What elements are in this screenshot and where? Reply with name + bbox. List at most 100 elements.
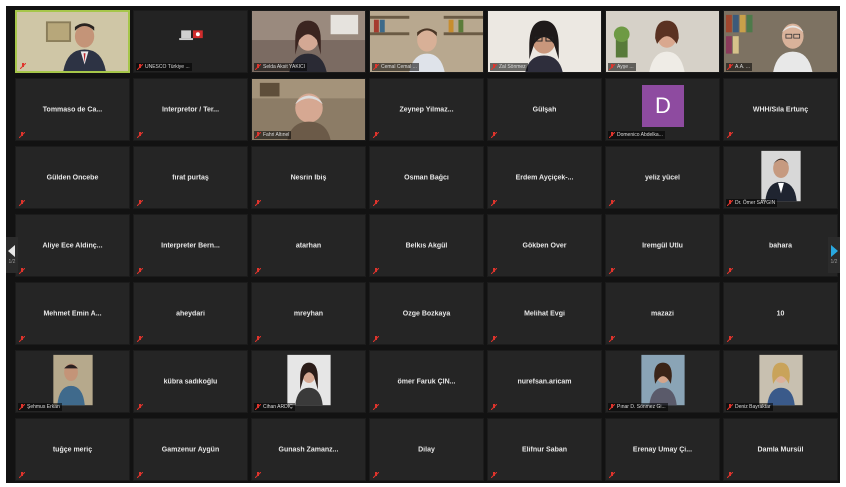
participant-tile[interactable]: D Domenico Abdelka...: [605, 78, 720, 141]
muted-mic-icon: [373, 336, 379, 342]
muted-mic-icon: [19, 132, 25, 138]
participant-label: Selda Aksit YAKICI: [254, 63, 308, 71]
muted-mic-icon: [20, 63, 26, 69]
participant-tile[interactable]: Deniz Bayraktar: [723, 350, 838, 413]
muted-mic-icon: [727, 336, 733, 342]
participant-tile[interactable]: Gülşah: [487, 78, 602, 141]
participant-name: WHH/Sıla Ertunç: [752, 106, 809, 113]
participant-tile[interactable]: Pınar D. Sönmez Gi...: [605, 350, 720, 413]
participant-tile[interactable]: Ozge Bozkaya: [369, 282, 484, 345]
participant-tile[interactable]: Zeynep Yilmaz...: [369, 78, 484, 141]
participant-name: 10: [776, 310, 785, 317]
muted-mic-icon: [19, 472, 25, 478]
participant-name: Gamzenur Aygün: [161, 446, 220, 453]
participant-label: Dr. Ömer SAYGIN: [726, 199, 778, 207]
participant-tile[interactable]: Zal Sönmez: [487, 10, 602, 73]
participant-tile[interactable]: Aliye Ece Aldinç...: [15, 214, 130, 277]
muted-mic-icon: [255, 132, 261, 138]
participant-name: tuğçe meriç: [52, 446, 93, 453]
muted-mic-icon: [19, 268, 25, 274]
participant-name: Melihat Evgi: [524, 310, 565, 317]
muted-mic-icon: [491, 404, 497, 410]
muted-mic-icon: [373, 64, 379, 70]
participant-name: Erdem Ayçiçek-...: [515, 174, 574, 181]
participant-tile[interactable]: Interpreter Bern...: [133, 214, 248, 277]
participant-tile[interactable]: WHH/Sıla Ertunç: [723, 78, 838, 141]
participant-tile[interactable]: Gamzenur Aygün: [133, 418, 248, 481]
participant-name: bahara: [769, 242, 792, 249]
muted-mic-icon: [373, 472, 379, 478]
muted-mic-icon: [255, 472, 261, 478]
participant-tile[interactable]: ömer Faruk ÇIN...: [369, 350, 484, 413]
muted-mic-icon: [491, 200, 497, 206]
page-indicator: 1/2: [830, 259, 838, 265]
participant-tile[interactable]: İremgül Utlu: [605, 214, 720, 277]
participant-name: Gülden Öncebe: [46, 174, 99, 181]
participant-tile[interactable]: Şehmus Erkan: [15, 350, 130, 413]
participant-tile[interactable]: Selda Aksit YAKICI: [251, 10, 366, 73]
participant-tile[interactable]: Elifnur Saban: [487, 418, 602, 481]
muted-mic-icon: [373, 268, 379, 274]
participant-tile[interactable]: tuğçe meriç: [15, 418, 130, 481]
participant-tile[interactable]: fırat purtaş: [133, 146, 248, 209]
muted-mic-icon: [137, 64, 143, 70]
participant-name: Osman Bağcı: [404, 174, 449, 181]
participant-tile[interactable]: 10: [723, 282, 838, 345]
participant-tile[interactable]: Gunash Zamanz...: [251, 418, 366, 481]
arrow-left-icon: [8, 245, 15, 257]
participant-tile[interactable]: Nesrin İbiş: [251, 146, 366, 209]
participant-name: yeliz yücel: [644, 174, 681, 181]
participant-tile[interactable]: Mehmet Emin A...: [15, 282, 130, 345]
participant-tile[interactable]: Gülden Öncebe: [15, 146, 130, 209]
participant-tile[interactable]: aheydari: [133, 282, 248, 345]
participant-tile[interactable]: UNESCO Türkiye ...: [133, 10, 248, 73]
participant-tile[interactable]: Dilay: [369, 418, 484, 481]
participant-tile[interactable]: Erenay Umay Çi...: [605, 418, 720, 481]
participant-name: Elifnur Saban: [521, 446, 568, 453]
muted-mic-icon: [255, 404, 261, 410]
participant-tile[interactable]: Damla Mursül: [723, 418, 838, 481]
participant-tile[interactable]: kübra sadıkoğlu: [133, 350, 248, 413]
participant-tile[interactable]: yeliz yücel: [605, 146, 720, 209]
participant-tile[interactable]: Gökben Över: [487, 214, 602, 277]
muted-mic-icon: [137, 336, 143, 342]
participant-name: Nesrin İbiş: [290, 174, 327, 181]
participant-tile[interactable]: Interpretor / Ter...: [133, 78, 248, 141]
participant-tile[interactable]: Ayşe ...: [605, 10, 720, 73]
muted-mic-icon: [609, 200, 615, 206]
participant-name: İremgül Utlu: [642, 242, 683, 249]
participant-tile[interactable]: Melihat Evgi: [487, 282, 602, 345]
participant-tile[interactable]: Belkıs Akgül: [369, 214, 484, 277]
muted-mic-icon: [727, 132, 733, 138]
participant-name: Gunash Zamanz...: [278, 446, 339, 453]
participant-tile[interactable]: Tommaso de Ca...: [15, 78, 130, 141]
participant-tile[interactable]: mazazi: [605, 282, 720, 345]
participant-tile[interactable]: nurefsan.aricam: [487, 350, 602, 413]
muted-mic-icon: [609, 336, 615, 342]
participant-grid: UNESCO Türkiye ... Selda Aksit YAKICI Cema…: [15, 10, 838, 481]
muted-mic-icon: [137, 132, 143, 138]
previous-page-button[interactable]: 1/2: [6, 237, 18, 273]
participant-tile[interactable]: [15, 10, 130, 73]
participant-tile[interactable]: Cihan ARDIÇ: [251, 350, 366, 413]
muted-mic-icon: [255, 336, 261, 342]
muted-mic-icon: [491, 268, 497, 274]
participant-name: Damla Mursül: [757, 446, 804, 453]
participant-tile[interactable]: atarhan: [251, 214, 366, 277]
participant-tile[interactable]: Cemal Cemal ...: [369, 10, 484, 73]
participant-tile[interactable]: Dr. Ömer SAYGIN: [723, 146, 838, 209]
muted-mic-icon: [19, 336, 25, 342]
next-page-button[interactable]: 1/2: [828, 237, 840, 273]
page-indicator: 1/2: [8, 259, 16, 265]
participant-tile[interactable]: Erdem Ayçiçek-...: [487, 146, 602, 209]
participant-tile[interactable]: mreyhan: [251, 282, 366, 345]
muted-mic-icon: [727, 268, 733, 274]
participant-name: aheydari: [176, 310, 205, 317]
participant-name: ömer Faruk ÇIN...: [397, 378, 456, 385]
muted-mic-icon: [373, 200, 379, 206]
participant-tile[interactable]: Fahri Altınel: [251, 78, 366, 141]
participant-tile[interactable]: Osman Bağcı: [369, 146, 484, 209]
muted-mic-icon: [255, 268, 261, 274]
participant-tile[interactable]: bahara: [723, 214, 838, 277]
participant-tile[interactable]: A.A. ...: [723, 10, 838, 73]
